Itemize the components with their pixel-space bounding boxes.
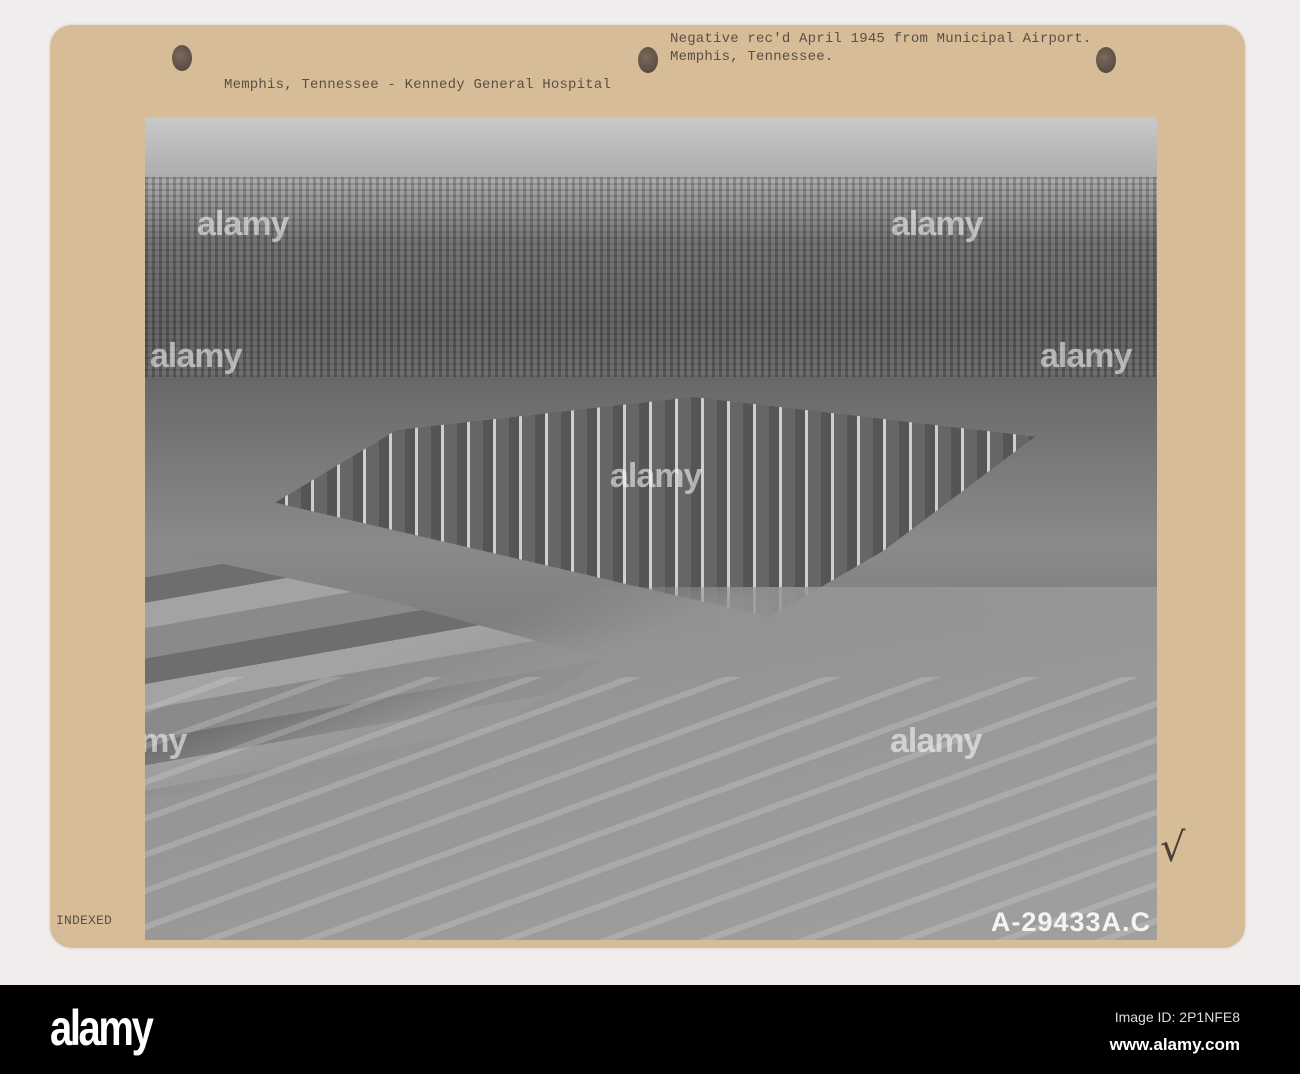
- alamy-logo: alamy: [50, 1000, 154, 1056]
- city-area: [145, 177, 1157, 377]
- watermark: alamy: [890, 722, 982, 760]
- indexed-stamp: INDEXED: [56, 913, 113, 928]
- photo-number: A-29433A.C: [990, 907, 1151, 937]
- punch-hole: [172, 45, 192, 71]
- check-mark: √: [1160, 825, 1186, 871]
- photo-mount-card: Memphis, Tennessee - Kennedy General Hos…: [50, 25, 1245, 948]
- note-line-2: Memphis, Tennessee.: [670, 49, 834, 65]
- site-url[interactable]: www.alamy.com: [1110, 1035, 1240, 1055]
- note-line-1: Negative rec'd April 1945 from Municipal…: [670, 31, 1092, 47]
- stock-footer-bar: alamy Image ID: 2P1NFE8 www.alamy.com: [0, 985, 1300, 1074]
- punch-hole: [1096, 47, 1116, 73]
- watermark: alamy: [1040, 337, 1132, 375]
- punch-hole: [638, 47, 658, 73]
- watermark: alamy: [145, 722, 187, 760]
- hospital-complex: [275, 397, 1035, 617]
- watermark: alamy: [610, 457, 702, 495]
- watermark: alamy: [197, 205, 289, 243]
- card-title: Memphis, Tennessee - Kennedy General Hos…: [224, 77, 612, 93]
- watermark: alamy: [891, 205, 983, 243]
- aerial-photograph: alamy alamy alamy alamy alamy alamy alam…: [145, 117, 1157, 940]
- image-id: Image ID: 2P1NFE8: [1114, 1009, 1240, 1025]
- watermark: alamy: [150, 337, 242, 375]
- rivet-streaks: [145, 677, 1157, 940]
